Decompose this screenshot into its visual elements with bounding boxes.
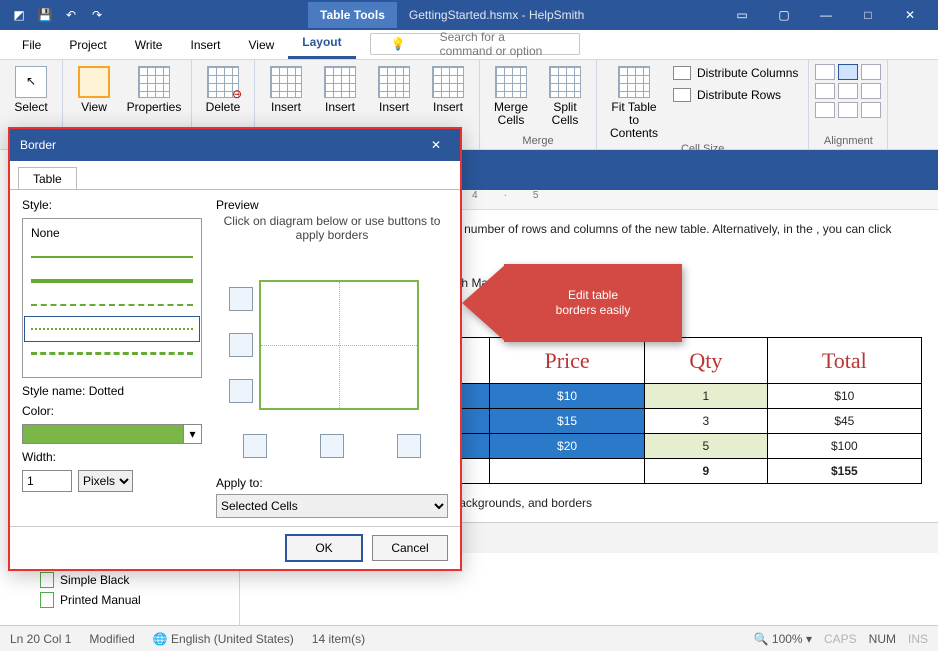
status-caps: CAPS	[824, 632, 857, 646]
color-swatch	[22, 424, 184, 444]
apply-label: Apply to:	[216, 476, 263, 490]
search-placeholder: Search for a command or option	[426, 24, 573, 65]
redo-icon[interactable]: ↷	[86, 4, 108, 26]
preview-canvas[interactable]	[259, 280, 419, 410]
width-input[interactable]	[22, 470, 72, 492]
width-label: Width:	[22, 450, 202, 464]
fit-table-button[interactable]: Fit Table to Contents	[603, 64, 665, 143]
properties-button[interactable]: Properties	[123, 64, 185, 116]
dialog-title: Border	[20, 138, 56, 152]
distribute-rows-button[interactable]: Distribute Rows	[669, 86, 785, 104]
status-language[interactable]: 🌐 English (United States)	[153, 632, 294, 646]
window-min-icon[interactable]: ▭	[722, 1, 762, 29]
app-icon[interactable]: ◩	[8, 4, 30, 26]
insert-col-left-button[interactable]: Insert	[369, 64, 419, 116]
merge-cells-button[interactable]: Merge Cells	[486, 64, 536, 129]
menu-write[interactable]: Write	[121, 32, 177, 59]
save-icon[interactable]: 💾	[34, 4, 56, 26]
status-ins: INS	[908, 632, 928, 646]
tree-item: Printed Manual	[0, 590, 239, 610]
group-alignment-label: Alignment	[815, 135, 881, 147]
cancel-button[interactable]: Cancel	[372, 535, 448, 561]
window-max-icon[interactable]: ▢	[764, 1, 804, 29]
chevron-down-icon[interactable]: ▾	[184, 424, 202, 444]
border-dialog: Border ✕ Table Style: None Style name: D…	[8, 127, 462, 571]
maximize-icon[interactable]: □	[848, 1, 888, 29]
alignment-grid[interactable]	[815, 64, 881, 118]
undo-icon[interactable]: ↶	[60, 4, 82, 26]
preview-hint: Click on diagram below or use buttons to…	[216, 214, 448, 242]
style-option-none[interactable]: None	[25, 221, 199, 245]
doc-icon	[40, 572, 54, 588]
color-picker[interactable]: ▾	[22, 424, 202, 444]
border-right-button[interactable]	[397, 434, 421, 458]
menubar: File Project Write Insert View Layout 💡 …	[0, 30, 938, 60]
style-option[interactable]	[25, 341, 199, 365]
dialog-close-icon[interactable]: ✕	[422, 135, 450, 155]
menu-view[interactable]: View	[235, 32, 289, 59]
tree-item: Simple Black	[0, 570, 239, 590]
insert-row-above-button[interactable]: Insert	[261, 64, 311, 116]
distribute-columns-button[interactable]: Distribute Columns	[669, 64, 802, 82]
status-num: NUM	[869, 632, 896, 646]
dialog-titlebar[interactable]: Border ✕	[10, 129, 460, 161]
doc-icon	[40, 592, 54, 608]
view-button[interactable]: View	[69, 64, 119, 116]
window-title: GettingStarted.hsmx - HelpSmith	[409, 8, 584, 22]
insert-col-right-button[interactable]: Insert	[423, 64, 473, 116]
ok-button[interactable]: OK	[286, 535, 362, 561]
border-top-button[interactable]	[229, 287, 253, 311]
statusbar: Ln 20 Col 1 Modified 🌐 English (United S…	[0, 625, 938, 651]
border-vmid-button[interactable]	[320, 434, 344, 458]
menu-project[interactable]: Project	[55, 32, 120, 59]
split-cells-button[interactable]: Split Cells	[540, 64, 590, 129]
menu-insert[interactable]: Insert	[176, 32, 234, 59]
minimize-icon[interactable]: —	[806, 1, 846, 29]
status-modified: Modified	[89, 632, 134, 646]
status-items: 14 item(s)	[312, 632, 365, 646]
status-position: Ln 20 Col 1	[10, 632, 71, 646]
context-tab[interactable]: Table Tools	[308, 2, 397, 28]
border-bottom-button[interactable]	[229, 379, 253, 403]
width-unit-select[interactable]: Pixels	[78, 470, 133, 492]
apply-to-select[interactable]: Selected Cells	[216, 494, 448, 518]
dialog-tab-table[interactable]: Table	[18, 167, 77, 190]
style-option[interactable]	[25, 293, 199, 317]
style-option-selected[interactable]	[25, 317, 199, 341]
style-name-label: Style name: Dotted	[22, 384, 202, 398]
f1-key: F1	[551, 277, 574, 291]
group-merge-label: Merge	[486, 135, 590, 147]
preview-label: Preview	[216, 198, 448, 212]
zoom-control[interactable]: 🔍 100% ▾	[754, 632, 812, 646]
color-label: Color:	[22, 404, 202, 418]
style-list[interactable]: None	[22, 218, 202, 378]
style-option[interactable]	[25, 245, 199, 269]
insert-row-below-button[interactable]: Insert	[315, 64, 365, 116]
menu-layout[interactable]: Layout	[288, 29, 355, 59]
select-button[interactable]: ↖Select	[6, 64, 56, 116]
border-left-button[interactable]	[243, 434, 267, 458]
search-input[interactable]: 💡 Search for a command or option	[370, 33, 580, 55]
close-icon[interactable]: ✕	[890, 1, 930, 29]
delete-button[interactable]: ⊖Delete	[198, 64, 248, 116]
lightbulb-icon: 💡	[377, 31, 420, 58]
style-option[interactable]	[25, 269, 199, 293]
style-label: Style:	[22, 198, 202, 212]
border-hmid-button[interactable]	[229, 333, 253, 357]
menu-file[interactable]: File	[8, 32, 55, 59]
